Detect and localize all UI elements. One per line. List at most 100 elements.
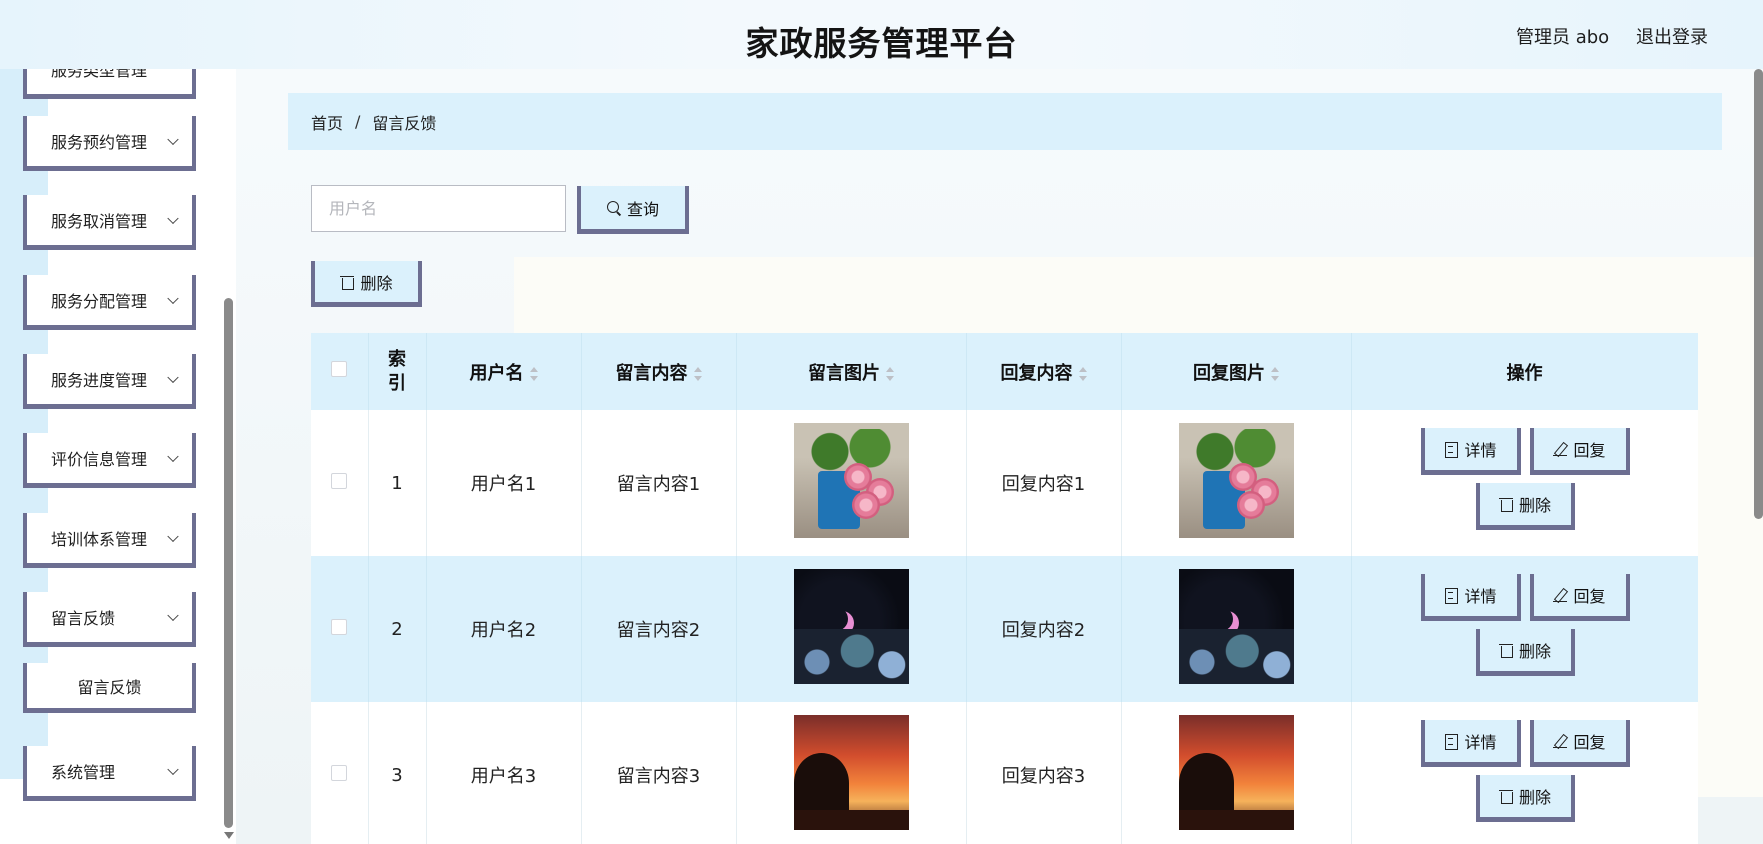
sidebar-item-service-cancel[interactable]: 服务取消管理: [23, 195, 196, 250]
document-icon: [1444, 734, 1459, 750]
sidebar-item-reviews[interactable]: 评价信息管理: [23, 433, 196, 488]
detail-button[interactable]: 详情: [1420, 720, 1521, 767]
delete-button[interactable]: 删除: [1475, 775, 1575, 822]
chevron-down-icon: [167, 763, 179, 776]
chevron-down-icon: [167, 371, 179, 384]
table-row: 2 用户名2 留言内容2 回复内容2 详情 回复 删除: [311, 556, 1698, 702]
app-title: 家政服务管理平台: [745, 24, 1018, 63]
column-header-index: 索引: [368, 333, 427, 410]
column-header-label: 用户名: [469, 362, 524, 384]
delete-label: 删除: [1518, 642, 1551, 661]
sort-icon[interactable]: [693, 366, 702, 381]
reply-image-thumbnail[interactable]: [1178, 715, 1294, 830]
column-header-reply[interactable]: 回复内容: [966, 333, 1122, 410]
sidebar-scrollbar[interactable]: [224, 298, 233, 828]
sort-icon[interactable]: [1078, 366, 1087, 381]
sidebar-item-feedback[interactable]: 留言反馈: [23, 592, 196, 647]
delete-button[interactable]: 删除: [1475, 629, 1575, 676]
cell-actions: 详情 回复 删除: [1351, 702, 1698, 844]
cell-image: [736, 556, 967, 702]
table-header-row: 索引 用户名 留言内容 留言图片 回复内容 回复图片 操作: [311, 333, 1698, 410]
top-header: 家政服务管理平台 管理员 abo 退出登录: [0, 0, 1763, 69]
scroll-down-arrow-icon[interactable]: [224, 832, 234, 839]
edit-icon: [1553, 588, 1568, 603]
search-button[interactable]: 查询: [577, 186, 689, 234]
detail-label: 详情: [1464, 733, 1497, 752]
cell-reply-image: [1121, 410, 1352, 556]
detail-button[interactable]: 详情: [1420, 574, 1521, 621]
sort-icon[interactable]: [1271, 366, 1279, 381]
sidebar-subitem-label: 留言反馈: [77, 677, 142, 697]
main-scrollbar[interactable]: [1754, 69, 1763, 519]
sidebar-item-service-type[interactable]: 服务类型管理: [23, 69, 196, 99]
cell-actions: 详情 回复 删除: [1351, 556, 1698, 702]
sidebar-item-service-progress[interactable]: 服务进度管理: [23, 354, 196, 409]
sort-icon[interactable]: [529, 366, 538, 381]
reply-label: 回复: [1573, 441, 1606, 460]
reply-button[interactable]: 回复: [1529, 428, 1630, 475]
sidebar-item-service-booking[interactable]: 服务预约管理: [23, 116, 196, 171]
cell-username: 用户名1: [426, 410, 582, 556]
sidebar-item-label: 服务进度管理: [51, 371, 148, 390]
document-icon: [1444, 442, 1459, 458]
logout-link[interactable]: 退出登录: [1636, 23, 1708, 49]
delete-button[interactable]: 删除: [1475, 483, 1575, 530]
main-content: 首页 / 留言反馈 查询 删除 索引 用户名 留言内容 留言图片 回复: [264, 69, 1763, 844]
search-icon: [606, 200, 621, 215]
message-image-thumbnail[interactable]: [793, 423, 909, 538]
sidebar-item-service-assign[interactable]: 服务分配管理: [23, 275, 196, 330]
cell-username: 用户名3: [426, 702, 582, 844]
row-checkbox[interactable]: [331, 472, 348, 489]
cell-username: 用户名2: [426, 556, 582, 702]
cell-content: 留言内容3: [581, 702, 737, 844]
reply-button[interactable]: 回复: [1529, 574, 1630, 621]
detail-button[interactable]: 详情: [1420, 428, 1521, 475]
breadcrumb-home[interactable]: 首页: [311, 110, 343, 134]
column-header-reply-image[interactable]: 回复图片: [1121, 333, 1352, 410]
cell-index: 3: [368, 702, 427, 844]
column-header-label: 留言内容: [615, 362, 688, 384]
message-image-thumbnail[interactable]: [793, 569, 909, 684]
bulk-delete-button[interactable]: 删除: [311, 261, 422, 307]
sort-icon[interactable]: [886, 366, 894, 381]
column-header-username[interactable]: 用户名: [426, 333, 582, 410]
trash-icon: [1498, 789, 1513, 804]
sidebar-subitem-feedback[interactable]: 留言反馈: [23, 663, 196, 713]
cell-content: 留言内容2: [581, 556, 737, 702]
sidebar-item-label: 服务分配管理: [51, 292, 148, 311]
column-header-image[interactable]: 留言图片: [736, 333, 967, 410]
trash-icon: [1498, 497, 1513, 512]
select-all-checkbox[interactable]: [331, 361, 348, 377]
cell-reply: 回复内容2: [966, 556, 1122, 702]
reply-label: 回复: [1573, 733, 1606, 752]
sidebar-item-label: 评价信息管理: [51, 450, 148, 469]
reply-image-thumbnail[interactable]: [1178, 569, 1294, 684]
reply-image-thumbnail[interactable]: [1178, 423, 1294, 538]
message-image-thumbnail[interactable]: [793, 715, 909, 830]
username-search-input[interactable]: [311, 185, 566, 232]
sidebar-item-training[interactable]: 培训体系管理: [23, 513, 196, 568]
chevron-down-icon: [167, 292, 179, 305]
chevron-down-icon: [167, 450, 179, 463]
column-header-label: 留言图片: [808, 362, 880, 384]
search-button-label: 查询: [626, 199, 659, 219]
table-row: 1 用户名1 留言内容1 回复内容1 详情 回复 删除: [311, 410, 1698, 556]
row-checkbox[interactable]: [331, 764, 348, 781]
sidebar-item-label: 服务类型管理: [51, 69, 148, 80]
sidebar-item-system[interactable]: 系统管理: [23, 746, 196, 801]
cell-content: 留言内容1: [581, 410, 737, 556]
select-all-cell: [311, 333, 369, 410]
edit-icon: [1553, 442, 1568, 457]
detail-label: 详情: [1464, 587, 1497, 606]
reply-button[interactable]: 回复: [1529, 720, 1630, 767]
sidebar-item-label: 培训体系管理: [51, 530, 148, 549]
detail-label: 详情: [1464, 441, 1497, 460]
cell-image: [736, 702, 967, 844]
feedback-table: 索引 用户名 留言内容 留言图片 回复内容 回复图片 操作 1 用户名1 留言内…: [311, 333, 1698, 844]
cell-reply: 回复内容3: [966, 702, 1122, 844]
column-header-content[interactable]: 留言内容: [581, 333, 737, 410]
row-checkbox[interactable]: [331, 618, 348, 635]
column-header-actions: 操作: [1351, 333, 1698, 410]
document-icon: [1444, 588, 1459, 604]
chevron-down-icon: [167, 609, 179, 622]
